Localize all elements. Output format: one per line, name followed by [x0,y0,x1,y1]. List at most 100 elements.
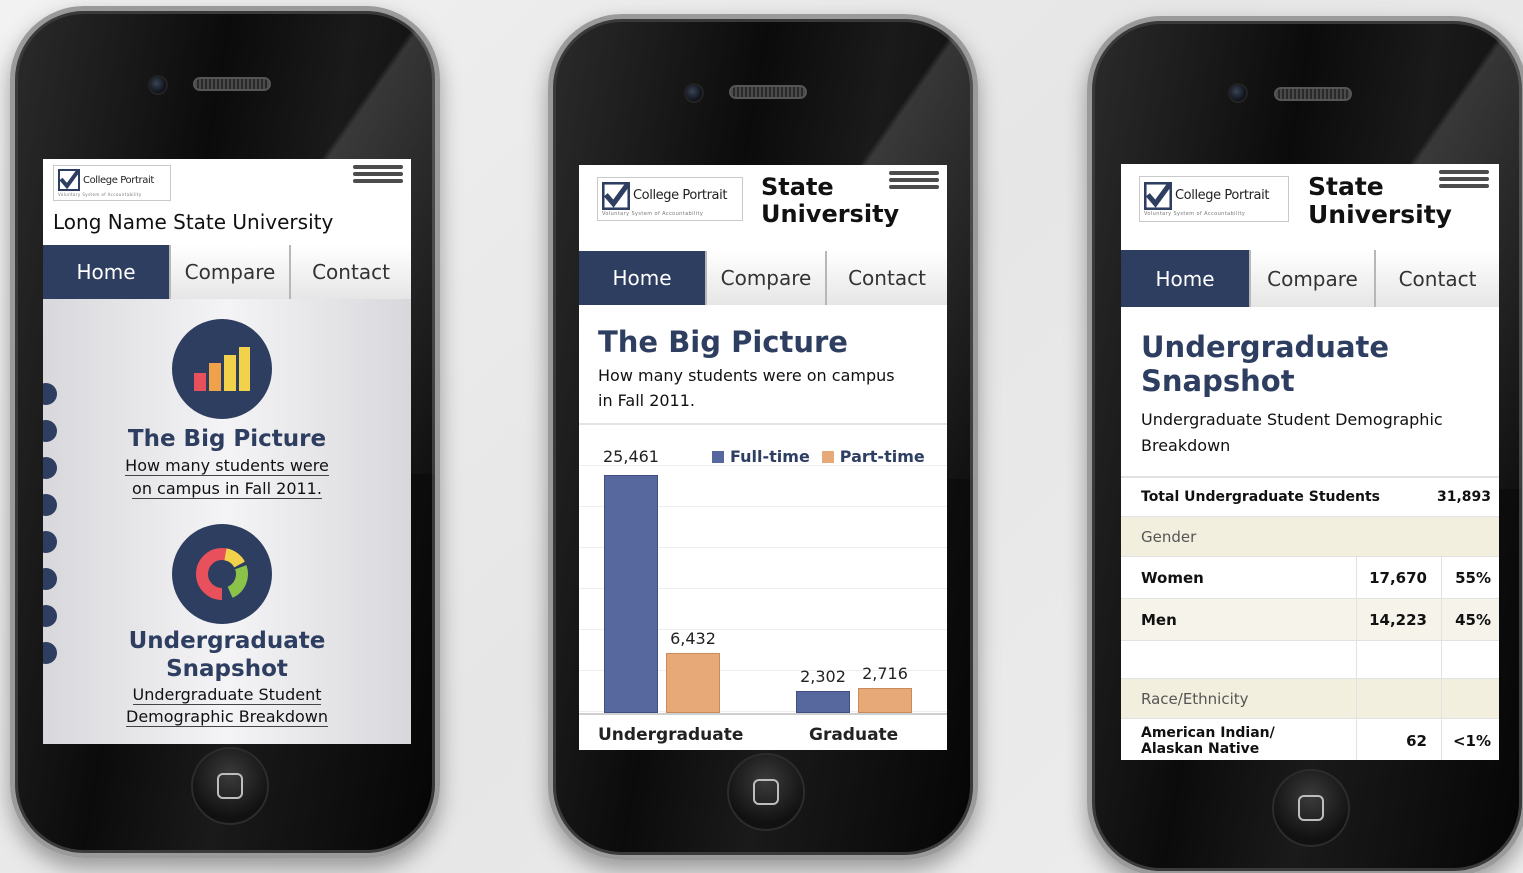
phone-2-screen: College Portrait Voluntary System of Acc… [579,165,947,750]
big-picture-title[interactable]: The Big Picture [43,425,411,453]
bar-graduate-full-time[interactable] [796,691,850,713]
logo-subtext: Voluntary System of Accountability [1144,210,1246,217]
speaker-grille [729,85,807,99]
phone-home-button[interactable] [191,747,269,825]
phone-home-button[interactable] [727,753,805,831]
snapshot-link-line1[interactable]: Undergraduate Student [43,684,411,706]
phone-2: College Portrait Voluntary System of Acc… [548,14,978,860]
spacer-cell [1356,640,1441,679]
tab-home[interactable]: Home [1121,250,1249,307]
tab-contact[interactable]: Contact [1374,250,1499,307]
university-name-line1: State [1308,172,1384,201]
home-content: The Big Picture How many students were o… [43,299,411,744]
american-indian-label: American Indian/ Alaskan Native [1121,725,1356,757]
tab-contact[interactable]: Contact [825,251,947,305]
page-title-line2: Snapshot [1141,364,1295,398]
big-picture-link-line2[interactable]: on campus in Fall 2011. [43,478,411,500]
logo-text: College Portrait [633,188,728,203]
table-row-spacer [1121,640,1499,679]
header: College Portrait Voluntary System of Acc… [43,159,411,245]
page-subtitle-line1: Undergraduate Student Demographic [1141,410,1443,429]
bar-chart-icon[interactable] [172,319,272,419]
logo-subtext: Voluntary System of Accountability [58,192,142,197]
page-title-line1: Undergraduate [1141,330,1390,364]
total-value: 31,893 [1436,489,1491,505]
main-nav: Home Compare Contact [579,251,947,305]
camera-icon [148,75,168,95]
speaker-grille [193,77,271,91]
gender-label: Gender [1141,527,1197,546]
men-count: 14,223 [1356,598,1441,641]
tab-contact[interactable]: Contact [289,245,411,299]
speaker-grille [1274,87,1352,101]
logo-subtext: Voluntary System of Accountability [602,210,704,217]
women-percent: 55% [1441,556,1499,599]
bar-chart: Full-time Part-time 25,461 6,432 2,302 2,71… [579,423,947,750]
main-nav: Home Compare Contact [43,245,411,299]
menu-icon[interactable] [353,165,403,191]
spacer-cell [1441,640,1499,679]
american-indian-label-line1: American Indian/ [1141,724,1275,741]
snapshot-title-line2[interactable]: Snapshot [43,655,411,683]
chart-bars: 25,461 6,432 2,302 2,716 [579,425,947,750]
table-row-american-indian: American Indian/ Alaskan Native 62 <1% [1121,718,1499,760]
bar-graduate-part-time[interactable] [858,687,912,713]
tab-compare[interactable]: Compare [705,251,825,305]
x-label-undergraduate: Undergraduate [598,725,744,745]
women-count: 17,670 [1356,556,1441,599]
header: College Portrait Voluntary System of Acc… [1121,164,1499,250]
checkmark-logo-icon [58,169,80,191]
women-label: Women [1141,568,1204,587]
university-name-line2: University [1308,200,1452,229]
camera-icon [1228,83,1248,103]
university-name: Long Name State University [53,210,334,234]
demographics-table: Total Undergraduate Students 31,893 Gend… [1121,476,1499,760]
bar-undergraduate-full-time[interactable] [604,475,658,713]
big-picture-link-line1[interactable]: How many students were [43,455,411,477]
data-label-undergraduate-part-time: 6,432 [670,628,716,648]
data-label-undergraduate-full-time: 25,461 [603,447,659,466]
phone-home-button[interactable] [1272,769,1350,847]
empty-cell [1441,678,1499,719]
menu-icon[interactable] [889,171,939,197]
college-portrait-logo[interactable]: College Portrait Voluntary System of Acc… [53,165,171,201]
tab-compare[interactable]: Compare [1249,250,1374,307]
tab-home[interactable]: Home [43,245,169,299]
tab-home[interactable]: Home [579,251,705,305]
empty-cell [1356,678,1441,719]
american-indian-percent: <1% [1441,718,1499,760]
table-row-total: Total Undergraduate Students 31,893 [1121,476,1499,516]
main-nav: Home Compare Contact [1121,250,1499,307]
college-portrait-logo[interactable]: College Portrait Voluntary System of Acc… [597,177,743,221]
phone-1: College Portrait Voluntary System of Acc… [10,6,440,858]
college-portrait-logo[interactable]: College Portrait Voluntary System of Acc… [1139,176,1289,222]
camera-icon [684,83,704,103]
men-label: Men [1141,610,1177,629]
menu-icon[interactable] [1439,170,1489,196]
race-label: Race/Ethnicity [1141,689,1249,708]
university-name-line1: State [761,173,834,201]
table-row-race-header: Race/Ethnicity [1121,678,1499,719]
data-label-graduate-full-time: 2,302 [800,667,846,687]
tab-compare[interactable]: Compare [169,245,289,299]
snapshot-link-line2[interactable]: Demographic Breakdown [43,706,411,728]
logo-text: College Portrait [83,174,154,186]
page-title: The Big Picture [598,325,848,359]
header: College Portrait Voluntary System of Acc… [579,165,947,251]
checkmark-logo-icon [1144,181,1172,210]
snapshot-title-line1[interactable]: Undergraduate [43,627,411,655]
university-name-line2: University [761,200,900,228]
x-axis-baseline [579,713,947,715]
data-label-graduate-part-time: 2,716 [862,663,908,683]
phone-3-screen: College Portrait Voluntary System of Acc… [1121,164,1499,760]
american-indian-count: 62 [1356,718,1441,760]
bar-undergraduate-part-time[interactable] [666,652,720,713]
total-label: Total Undergraduate Students [1141,489,1380,505]
page-subtitle-line1: How many students were on campus [598,366,895,385]
x-label-graduate: Graduate [809,725,899,745]
donut-chart-icon[interactable] [172,524,272,624]
logo-text: College Portrait [1175,188,1270,203]
table-row-gender-header: Gender [1121,516,1499,556]
page-subtitle-line2: in Fall 2011. [598,391,695,410]
american-indian-label-line2: Alaskan Native [1141,740,1260,757]
